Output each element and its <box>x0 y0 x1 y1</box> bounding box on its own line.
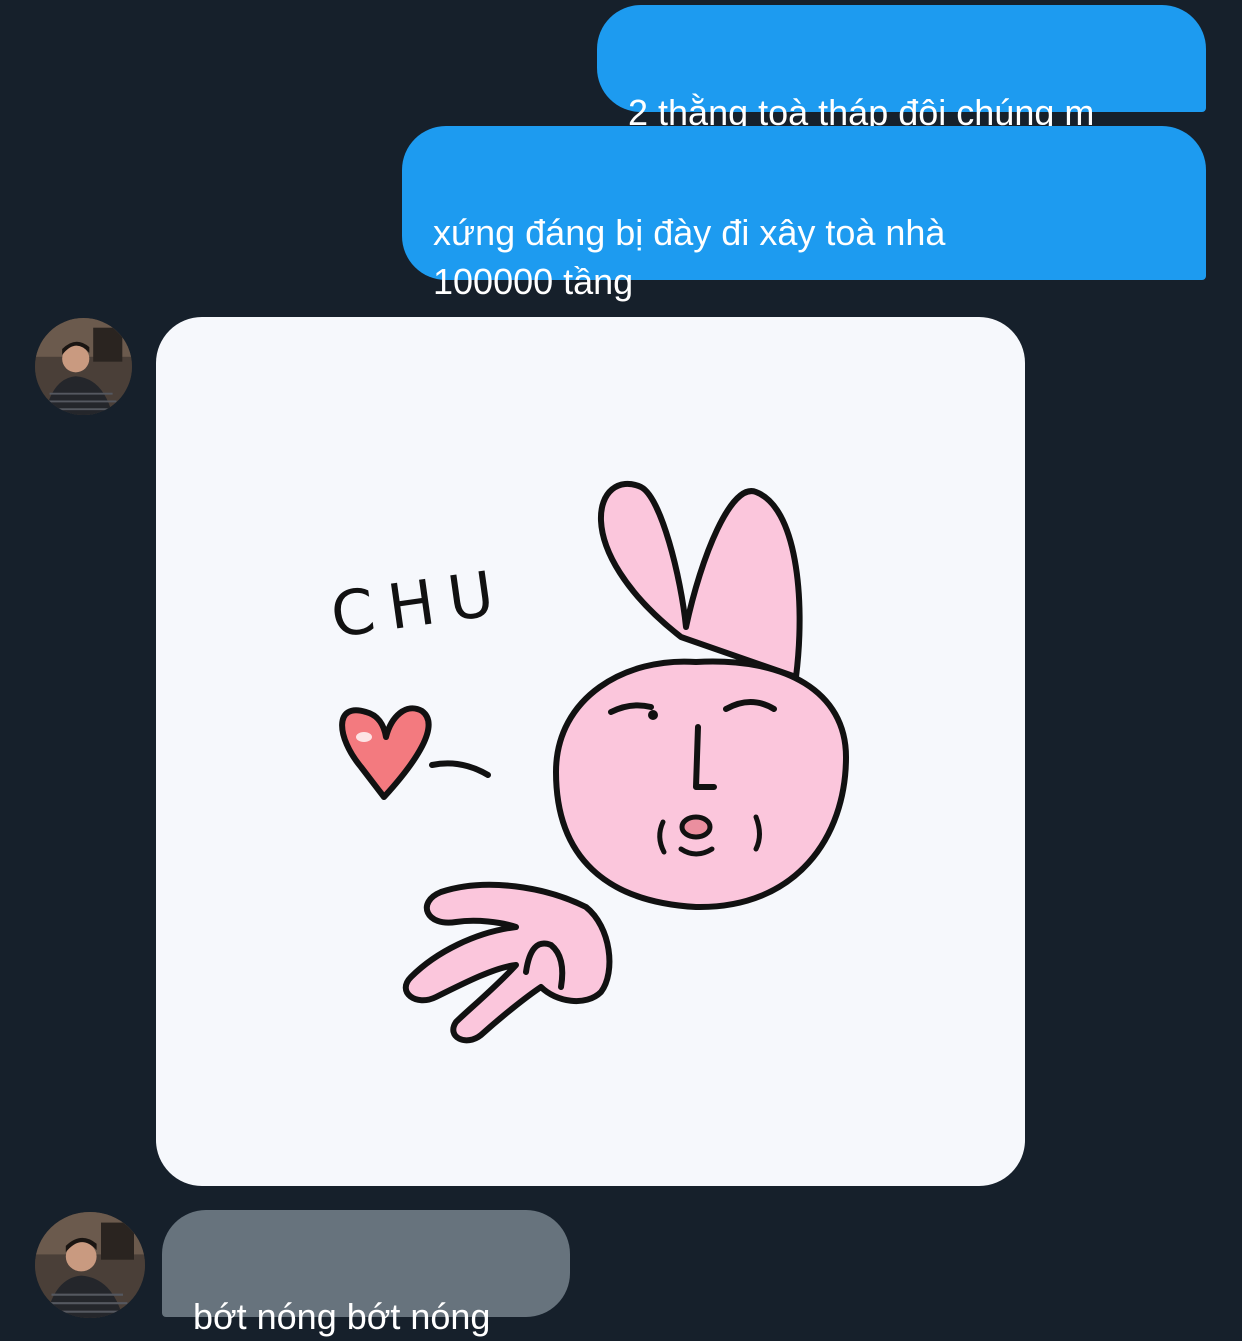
sticker-text: CHU <box>326 555 512 652</box>
outgoing-message-bubble[interactable]: 2 thằng toà tháp đôi chúng m <box>597 5 1206 133</box>
sender-avatar[interactable] <box>35 1212 145 1318</box>
incoming-message-bubble[interactable]: bớt nóng bớt nóng <box>162 1210 570 1337</box>
avatar-photo <box>35 1212 145 1318</box>
message-text: bớt nóng bớt nóng <box>193 1296 491 1337</box>
bunny-kiss-sticker: CHU <box>326 480 850 1044</box>
message-text: xứng đáng bị đày đi xây toà nhà 100000 t… <box>433 212 946 302</box>
sticker-message[interactable]: CHU <box>156 317 1025 1186</box>
sender-avatar[interactable] <box>35 318 132 415</box>
avatar-photo <box>35 318 132 415</box>
outgoing-message-bubble[interactable]: xứng đáng bị đày đi xây toà nhà 100000 t… <box>402 126 1206 302</box>
